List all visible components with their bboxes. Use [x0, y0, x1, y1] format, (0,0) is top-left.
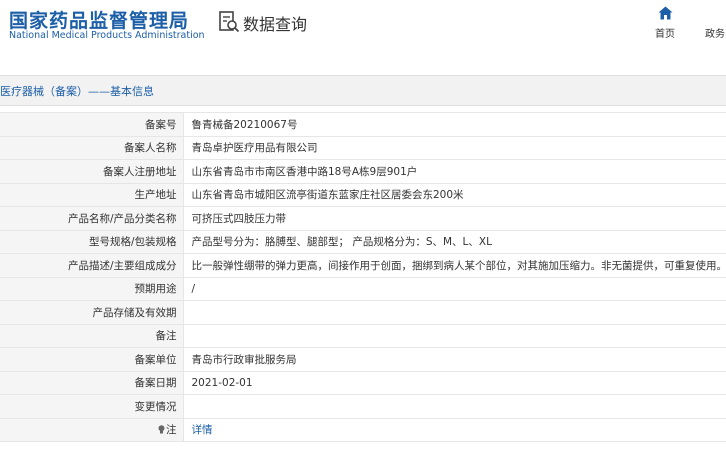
breadcrumb: 医疗器械（备案）——基本信息: [0, 85, 154, 98]
table-row: 备案人注册地址 山东省青岛市市南区香港中路18号A栋9层901户: [0, 159, 726, 184]
table-row: 产品存储及有效期: [0, 300, 726, 325]
field-label: 变更情况: [0, 394, 184, 419]
note-label: 注: [166, 424, 177, 437]
field-label: 产品存储及有效期: [0, 300, 184, 325]
table-row: 产品描述/主要组成成分 比一般弹性绷带的弹力更高，间接作用于创面，捆绑到病人某个…: [0, 253, 726, 278]
field-value: 产品型号分为：胳膊型、腿部型； 产品规格分为：S、M、L、XL: [183, 229, 726, 254]
table-row: 预期用途 /: [0, 276, 726, 301]
site-logo-en[interactable]: National Medical Products Administration: [9, 30, 205, 41]
field-label-note: 注: [0, 417, 184, 442]
field-label: 备案单位: [0, 347, 184, 372]
field-value: [183, 300, 726, 325]
site-logo-cn[interactable]: 国家药品监督管理局: [9, 6, 189, 33]
field-label: 备案人名称: [0, 135, 184, 160]
field-value: 山东省青岛市城阳区流亭街道东蓝家庄社区居委会东200米: [183, 182, 726, 207]
nav-home-label: 首页: [655, 29, 675, 40]
table-row: 备案号 鲁青械备20210067号: [0, 112, 726, 137]
bulb-icon: [158, 425, 165, 434]
field-value: [183, 394, 726, 419]
field-value: 青岛卓护医疗用品有限公司: [183, 135, 726, 160]
data-query-title: 数据查询: [243, 15, 308, 34]
field-value: /: [183, 276, 726, 301]
table-row: 注 详情: [0, 417, 726, 442]
field-label: 型号规格/包装规格: [0, 229, 184, 254]
field-value: [183, 323, 726, 348]
field-label: 产品描述/主要组成成分: [0, 253, 184, 278]
record-info-table: 备案号 鲁青械备20210067号 备案人名称 青岛卓护医疗用品有限公司 备案人…: [0, 112, 726, 442]
table-row: 产品名称/产品分类名称 可挤压式四肢压力带: [0, 206, 726, 231]
field-label: 产品名称/产品分类名称: [0, 206, 184, 231]
data-query-icon: [219, 11, 240, 33]
table-row: 备案人名称 青岛卓护医疗用品有限公司: [0, 135, 726, 160]
table-row: 变更情况: [0, 394, 726, 419]
field-value: 青岛市行政审批服务局: [183, 347, 726, 372]
table-row: 备案单位 青岛市行政审批服务局: [0, 347, 726, 372]
page-title-band: 医疗器械（备案）——基本信息: [0, 75, 726, 106]
table-row: 生产地址 山东省青岛市城阳区流亭街道东蓝家庄社区居委会东200米: [0, 182, 726, 207]
field-value: 山东省青岛市市南区香港中路18号A栋9层901户: [183, 159, 726, 184]
field-label: 备案号: [0, 112, 184, 137]
field-value: 2021-02-01: [183, 370, 726, 395]
nav-home-link[interactable]: 首页: [650, 6, 680, 40]
field-value: 比一般弹性绷带的弹力更高，间接作用于创面，捆绑到病人某个部位，对其施加压缩力。非…: [183, 253, 726, 278]
home-icon: [658, 6, 672, 20]
field-label: 生产地址: [0, 182, 184, 207]
field-label: 预期用途: [0, 276, 184, 301]
table-row: 备案日期 2021-02-01: [0, 370, 726, 395]
field-value: 可挤压式四肢压力带: [183, 206, 726, 231]
table-row: 备注: [0, 323, 726, 348]
table-row: 型号规格/包装规格 产品型号分为：胳膊型、腿部型； 产品规格分为：S、M、L、X…: [0, 229, 726, 254]
details-link[interactable]: 详情: [192, 424, 213, 436]
field-value: 鲁青械备20210067号: [183, 112, 726, 137]
nav-gov-link[interactable]: 政务: [705, 25, 725, 40]
field-value: 详情: [183, 417, 726, 442]
site-header: 国家药品监督管理局 National Medical Products Admi…: [0, 0, 726, 60]
field-label: 备案日期: [0, 370, 184, 395]
field-label: 备注: [0, 323, 184, 348]
field-label: 备案人注册地址: [0, 159, 184, 184]
